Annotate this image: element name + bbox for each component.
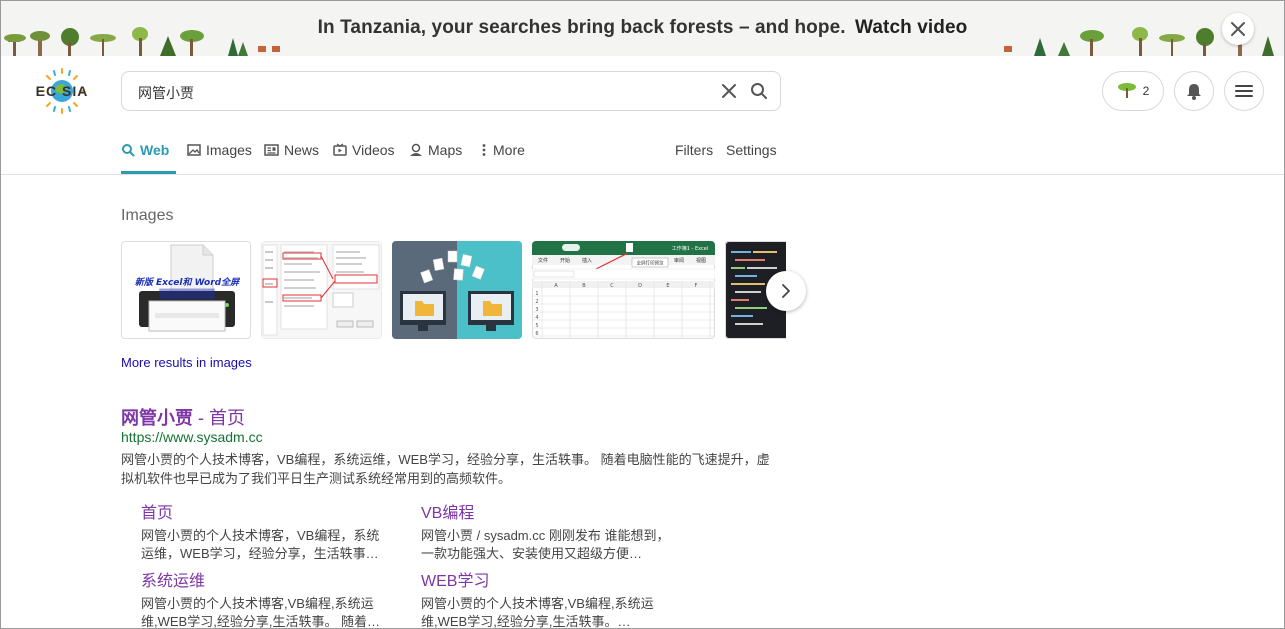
tree-counter-button[interactable]: 2 bbox=[1102, 71, 1164, 111]
result-title-rest: - 首页 bbox=[193, 408, 245, 428]
excel-menu-review: 审阅 bbox=[674, 257, 684, 264]
banner-message: In Tanzania, your searches bring back fo… bbox=[0, 17, 1285, 39]
result-title-strong: 网管小贾 bbox=[121, 408, 193, 428]
svg-text:B: B bbox=[582, 283, 586, 289]
images-heading: Images bbox=[121, 207, 174, 224]
search-icon[interactable] bbox=[748, 80, 770, 102]
ecosia-logo[interactable]: EC SIA bbox=[25, 66, 99, 116]
tab-label: Images bbox=[206, 142, 252, 158]
tab-label: Videos bbox=[352, 142, 395, 158]
sitelink-item: VB编程 网管小贾 / sysadm.cc 刚刚发布 谁能想到，一款功能强大、安… bbox=[421, 504, 671, 563]
news-icon bbox=[264, 144, 279, 156]
sitelink-item: 系统运维 网管小贾的个人技术博客,VB编程,系统运维,WEB学习,经验分享,生活… bbox=[141, 572, 391, 629]
sitelink-title[interactable]: 首页 bbox=[141, 504, 391, 524]
excel-menu-home: 开始 bbox=[560, 257, 570, 264]
excel-screenshot: 工作簿1 - Excel 文件 开始 插入 审阅 视图 全屏打印预览 A B C… bbox=[532, 241, 715, 339]
sitelink-item: WEB学习 网管小贾的个人技术博客,VB编程,系统运维,WEB学习,经验分享,生… bbox=[421, 572, 671, 629]
tab-label: Web bbox=[140, 142, 170, 158]
logo-text: EC SIA bbox=[36, 83, 89, 99]
tab-label: News bbox=[284, 142, 320, 158]
tab-videos[interactable]: Videos bbox=[333, 137, 395, 174]
sitelink-description: 网管小贾 / sysadm.cc 刚刚发布 谁能想到，一款功能强大、安装使用又超… bbox=[421, 528, 670, 561]
svg-text:6: 6 bbox=[535, 331, 538, 337]
carousel-next-button[interactable] bbox=[766, 271, 806, 311]
bell-icon bbox=[1187, 84, 1201, 100]
file-transfer-illustration bbox=[392, 241, 522, 339]
tree-icon bbox=[1117, 83, 1136, 98]
svg-text:E: E bbox=[666, 283, 669, 289]
hamburger-menu-icon bbox=[1235, 85, 1253, 97]
result-title-link[interactable]: 网管小贾 - 首页 bbox=[121, 404, 245, 430]
main-menu-button[interactable] bbox=[1224, 71, 1264, 111]
close-icon bbox=[1231, 22, 1245, 36]
svg-text:F: F bbox=[695, 283, 698, 289]
more-vertical-icon bbox=[482, 144, 486, 156]
svg-text:C: C bbox=[610, 283, 614, 289]
result-snippet: 网管小贾的个人技术博客，VB编程，系统运维，WEB学习，经验分享，生活轶事。 随… bbox=[121, 452, 770, 486]
settings-button[interactable]: Settings bbox=[726, 142, 777, 158]
excel-menu-insert: 插入 bbox=[582, 257, 592, 264]
svg-text:1: 1 bbox=[535, 291, 538, 297]
more-results-in-images-link[interactable]: More results in images bbox=[121, 355, 252, 370]
video-icon bbox=[333, 143, 347, 156]
image-carousel: 新版 Excel和 Word全屏 ████████ 工作簿1 - Excel 文… bbox=[121, 241, 786, 339]
sitelink-title[interactable]: VB编程 bbox=[421, 504, 671, 524]
printer-illustration: 新版 Excel和 Word全屏 ████████ bbox=[135, 244, 241, 332]
svg-text:4: 4 bbox=[535, 315, 538, 321]
sitelink-item: 首页 网管小贾的个人技术博客，VB编程，系统运维，WEB学习，经验分享，生活轶事… bbox=[141, 504, 391, 563]
excel-title: 工作簿1 - Excel bbox=[672, 245, 708, 252]
result-url[interactable]: https://www.sysadm.cc bbox=[121, 429, 263, 445]
excel-tooltip: 全屏打印预览 bbox=[637, 260, 664, 267]
thumb-caption: 新版 Excel和 Word全屏 bbox=[135, 277, 241, 288]
image-result-dialog[interactable] bbox=[261, 241, 382, 339]
sitelink-description: 网管小贾的个人技术博客，VB编程，系统运维，WEB学习，经验分享，生活轶事… bbox=[141, 528, 380, 561]
notifications-button[interactable] bbox=[1174, 71, 1214, 111]
search-query: 网管小贾 bbox=[138, 85, 194, 101]
sitelink-description: 网管小贾的个人技术博客,VB编程,系统运维,WEB学习,经验分享,生活轶事。… bbox=[421, 596, 654, 629]
nav-divider bbox=[0, 174, 1285, 175]
sitelink-description: 网管小贾的个人技术博客,VB编程,系统运维,WEB学习,经验分享,生活轶事。 随… bbox=[141, 596, 381, 629]
search-icon bbox=[122, 144, 135, 157]
filters-button[interactable]: Filters bbox=[675, 142, 713, 158]
svg-text:2: 2 bbox=[535, 299, 538, 305]
tab-web[interactable]: Web bbox=[121, 137, 176, 174]
watch-video-link[interactable]: Watch video bbox=[855, 17, 967, 38]
dialog-screenshot bbox=[261, 241, 382, 339]
sitelink-title[interactable]: 系统运维 bbox=[141, 572, 391, 592]
svg-text:5: 5 bbox=[535, 323, 538, 329]
promo-banner: In Tanzania, your searches bring back fo… bbox=[0, 0, 1285, 56]
search-input[interactable]: 网管小贾 bbox=[121, 71, 781, 111]
banner-close-button[interactable] bbox=[1222, 13, 1254, 45]
tab-maps[interactable]: Maps bbox=[409, 137, 462, 174]
banner-text: In Tanzania, your searches bring back fo… bbox=[317, 17, 846, 38]
excel-menu-file: 文件 bbox=[538, 257, 548, 264]
sitelink-title[interactable]: WEB学习 bbox=[421, 572, 671, 592]
tree-count: 2 bbox=[1142, 84, 1150, 98]
map-pin-icon bbox=[410, 143, 422, 156]
image-result-folders[interactable] bbox=[392, 241, 522, 339]
svg-text:████████: ████████ bbox=[158, 288, 215, 300]
clear-search-icon[interactable] bbox=[718, 80, 740, 102]
image-result-excel[interactable]: 工作簿1 - Excel 文件 开始 插入 审阅 视图 全屏打印预览 A B C… bbox=[532, 241, 715, 339]
tab-news[interactable]: News bbox=[264, 137, 319, 174]
svg-text:3: 3 bbox=[535, 307, 538, 313]
image-result-printer[interactable]: 新版 Excel和 Word全屏 ████████ bbox=[121, 241, 251, 339]
chevron-right-icon bbox=[782, 284, 790, 298]
image-icon bbox=[187, 144, 201, 156]
tab-label: Maps bbox=[428, 142, 463, 158]
tab-more[interactable]: More bbox=[480, 137, 525, 174]
svg-text:D: D bbox=[638, 283, 642, 289]
tab-label: More bbox=[493, 142, 525, 158]
svg-text:A: A bbox=[554, 283, 558, 289]
excel-menu-view: 视图 bbox=[696, 257, 706, 264]
tab-images[interactable]: Images bbox=[187, 137, 252, 174]
